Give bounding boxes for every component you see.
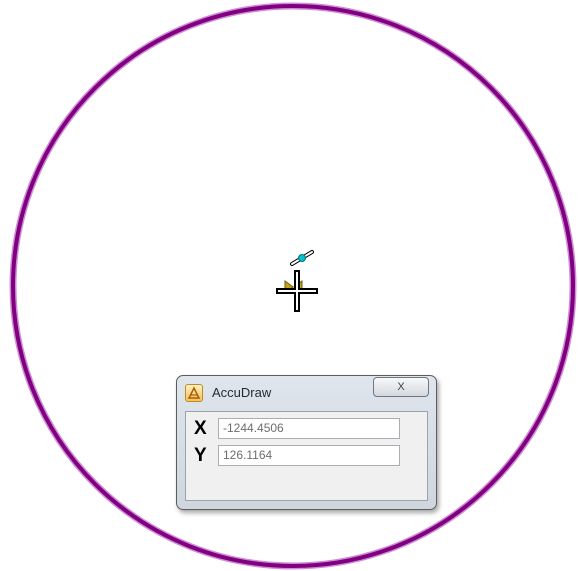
tentative-point-icon <box>290 250 314 266</box>
y-coordinate-field[interactable]: 126.1164 <box>218 445 400 466</box>
accudraw-dialog[interactable]: AccuDraw X X -1244.4506 Y 126.1164 <box>176 375 437 510</box>
close-icon: X <box>397 381 405 393</box>
x-coordinate-field[interactable]: -1244.4506 <box>218 418 400 439</box>
dialog-title: AccuDraw <box>212 385 272 400</box>
close-button[interactable]: X <box>373 377 429 397</box>
x-label: X <box>194 418 207 439</box>
accudraw-fields-panel: X -1244.4506 Y 126.1164 <box>185 411 428 501</box>
y-row: Y 126.1164 <box>194 445 419 467</box>
crosshair-cursor-icon <box>276 270 318 312</box>
y-label: Y <box>194 445 207 466</box>
accudraw-icon <box>185 384 203 402</box>
x-row: X -1244.4506 <box>194 418 419 440</box>
